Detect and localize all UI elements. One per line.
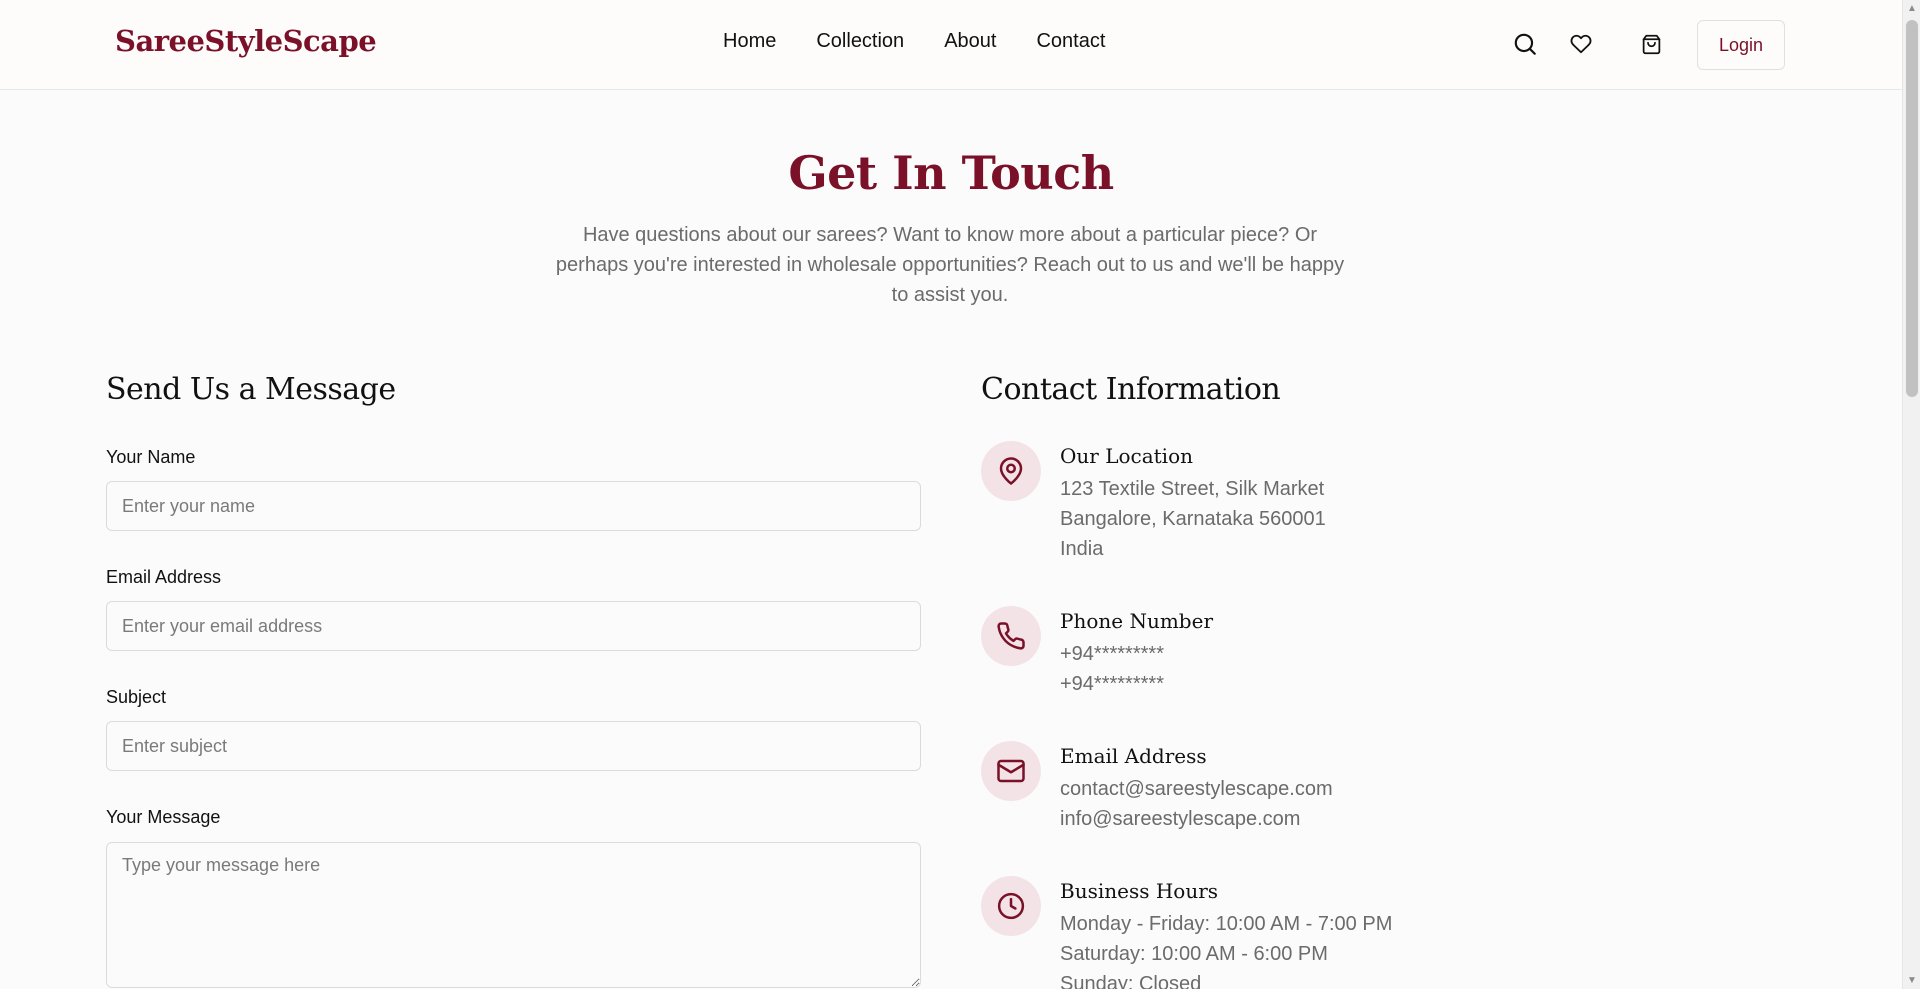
nav-item-home[interactable]: Home (723, 30, 776, 53)
subject-label: Subject (106, 687, 167, 707)
page-title: Get In Touch (788, 146, 1114, 200)
email-line[interactable]: contact@sareestylescape.com (1060, 778, 1333, 801)
search-icon[interactable] (1512, 31, 1538, 57)
page-subtitle: Have questions about our sarees? Want to… (555, 224, 1345, 306)
map-pin-icon (999, 457, 1023, 485)
brand-logo[interactable]: SareeStyleScape (115, 24, 377, 58)
email-icon-badge (981, 741, 1041, 801)
location-title: Our Location (1060, 444, 1193, 468)
phone-line[interactable]: +94********* (1060, 643, 1164, 666)
phone-icon-badge (981, 606, 1041, 666)
hours-icon-badge (981, 876, 1041, 936)
hours-line: Saturday: 10:00 AM - 6:00 PM (1060, 943, 1328, 965)
email-title: Email Address (1060, 744, 1207, 768)
message-label: Your Message (106, 807, 221, 827)
contact-page: SareeStyleScape Home Collection About Co… (0, 0, 1902, 989)
subject-input[interactable] (106, 721, 921, 771)
heart-icon[interactable] (1570, 33, 1592, 55)
mail-icon (997, 759, 1025, 783)
email-input[interactable] (106, 601, 921, 651)
shopping-bag-icon[interactable] (1641, 34, 1662, 55)
phone-icon (997, 622, 1025, 650)
phone-title: Phone Number (1060, 609, 1213, 633)
contact-heading: Contact Information (981, 372, 1281, 407)
clock-icon (997, 892, 1025, 920)
scroll-up-arrow-icon[interactable]: ▲ (1903, 0, 1920, 17)
hours-title: Business Hours (1060, 879, 1219, 903)
page-scrollbar[interactable]: ▲ ▼ (1902, 0, 1920, 989)
location-icon-badge (981, 441, 1041, 501)
message-textarea[interactable] (106, 842, 921, 988)
email-label: Email Address (106, 567, 222, 587)
name-label: Your Name (106, 447, 196, 467)
hours-line: Monday - Friday: 10:00 AM - 7:00 PM (1060, 913, 1393, 935)
login-button[interactable]: Login (1697, 20, 1785, 70)
nav-item-about[interactable]: About (944, 30, 996, 53)
location-line: India (1060, 538, 1104, 560)
name-input[interactable] (106, 481, 921, 531)
site-header: SareeStyleScape Home Collection About Co… (0, 0, 1902, 90)
email-line[interactable]: info@sareestylescape.com (1060, 808, 1300, 831)
nav-item-collection[interactable]: Collection (816, 30, 904, 53)
nav-item-contact[interactable]: Contact (1036, 30, 1105, 53)
hours-line: Sunday: Closed (1060, 973, 1202, 989)
location-line: Bangalore, Karnataka 560001 (1060, 508, 1326, 530)
main-nav: Home Collection About Contact (723, 30, 1105, 53)
scroll-down-arrow-icon[interactable]: ▼ (1903, 972, 1920, 989)
scroll-thumb[interactable] (1906, 20, 1918, 397)
phone-line[interactable]: +94********* (1060, 673, 1164, 696)
form-heading: Send Us a Message (106, 372, 396, 407)
location-line: 123 Textile Street, Silk Market (1060, 478, 1325, 500)
